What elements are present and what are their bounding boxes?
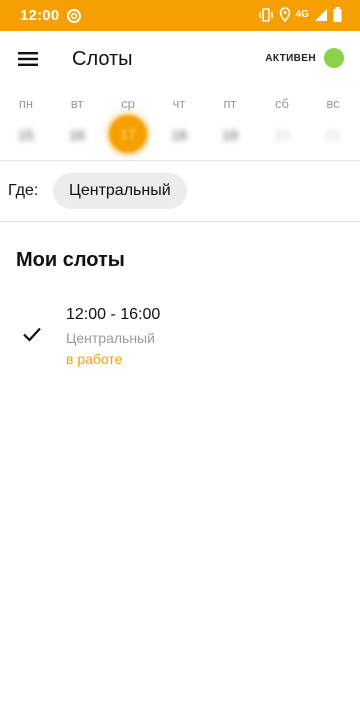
slot-status: в работе <box>66 351 123 367</box>
day-fri[interactable]: пт 19 <box>210 96 250 146</box>
day-name: пт <box>223 96 237 111</box>
day-number: 18 <box>171 127 187 143</box>
day-wed[interactable]: ср 17 <box>108 96 148 153</box>
day-number-selected: 17 <box>109 115 147 153</box>
section-title: Мои слоты <box>16 249 125 271</box>
day-thu[interactable]: чт 18 <box>159 96 199 146</box>
location-icon <box>279 7 291 22</box>
day-name: вс <box>326 96 340 111</box>
day-name: ср <box>121 96 135 111</box>
day-mon[interactable]: пн 15 <box>6 96 46 146</box>
day-number: 16 <box>69 127 85 143</box>
status-label: АКТИВЕН <box>265 53 316 64</box>
checkmark-icon <box>22 326 42 342</box>
day-name: вт <box>70 96 84 111</box>
network-type: 4G <box>295 9 309 20</box>
day-number: 15 <box>18 127 34 143</box>
slot-item[interactable]: 12:00 - 16:00 Центральный в работе <box>0 300 360 374</box>
week-selector: пн 15 вт 16 ср 17 чт 18 пт 19 сб 20 вс 2… <box>0 96 360 158</box>
place-filter-chip[interactable]: Центральный <box>53 173 187 209</box>
where-label: Где: <box>8 182 39 199</box>
slot-place: Центральный <box>66 330 155 346</box>
day-sun[interactable]: вс 21 <box>313 96 353 146</box>
app-notification-icon <box>66 8 82 24</box>
day-sat[interactable]: сб 20 <box>262 96 302 146</box>
day-name: пн <box>18 96 34 111</box>
day-name: сб <box>275 96 289 111</box>
divider <box>0 160 360 161</box>
slot-time: 12:00 - 16:00 <box>66 306 161 323</box>
day-name: чт <box>172 96 186 111</box>
signal-icon <box>314 8 328 22</box>
day-number: 21 <box>325 127 341 143</box>
divider <box>0 221 360 222</box>
status-time: 12:00 <box>20 7 60 24</box>
day-number: 19 <box>222 127 238 143</box>
day-tue[interactable]: вт 16 <box>57 96 97 146</box>
status-icons: 4G <box>258 7 342 22</box>
battery-icon <box>333 7 342 22</box>
active-status-indicator[interactable] <box>324 48 344 68</box>
vibrate-icon <box>258 7 274 22</box>
app-bar: Слоты АКТИВЕН <box>0 31 360 87</box>
status-bar: 12:00 4G <box>0 0 360 31</box>
page-title: Слоты <box>72 48 133 70</box>
menu-button[interactable] <box>14 45 42 73</box>
day-number: 20 <box>274 127 290 143</box>
hamburger-menu-icon <box>18 52 38 66</box>
